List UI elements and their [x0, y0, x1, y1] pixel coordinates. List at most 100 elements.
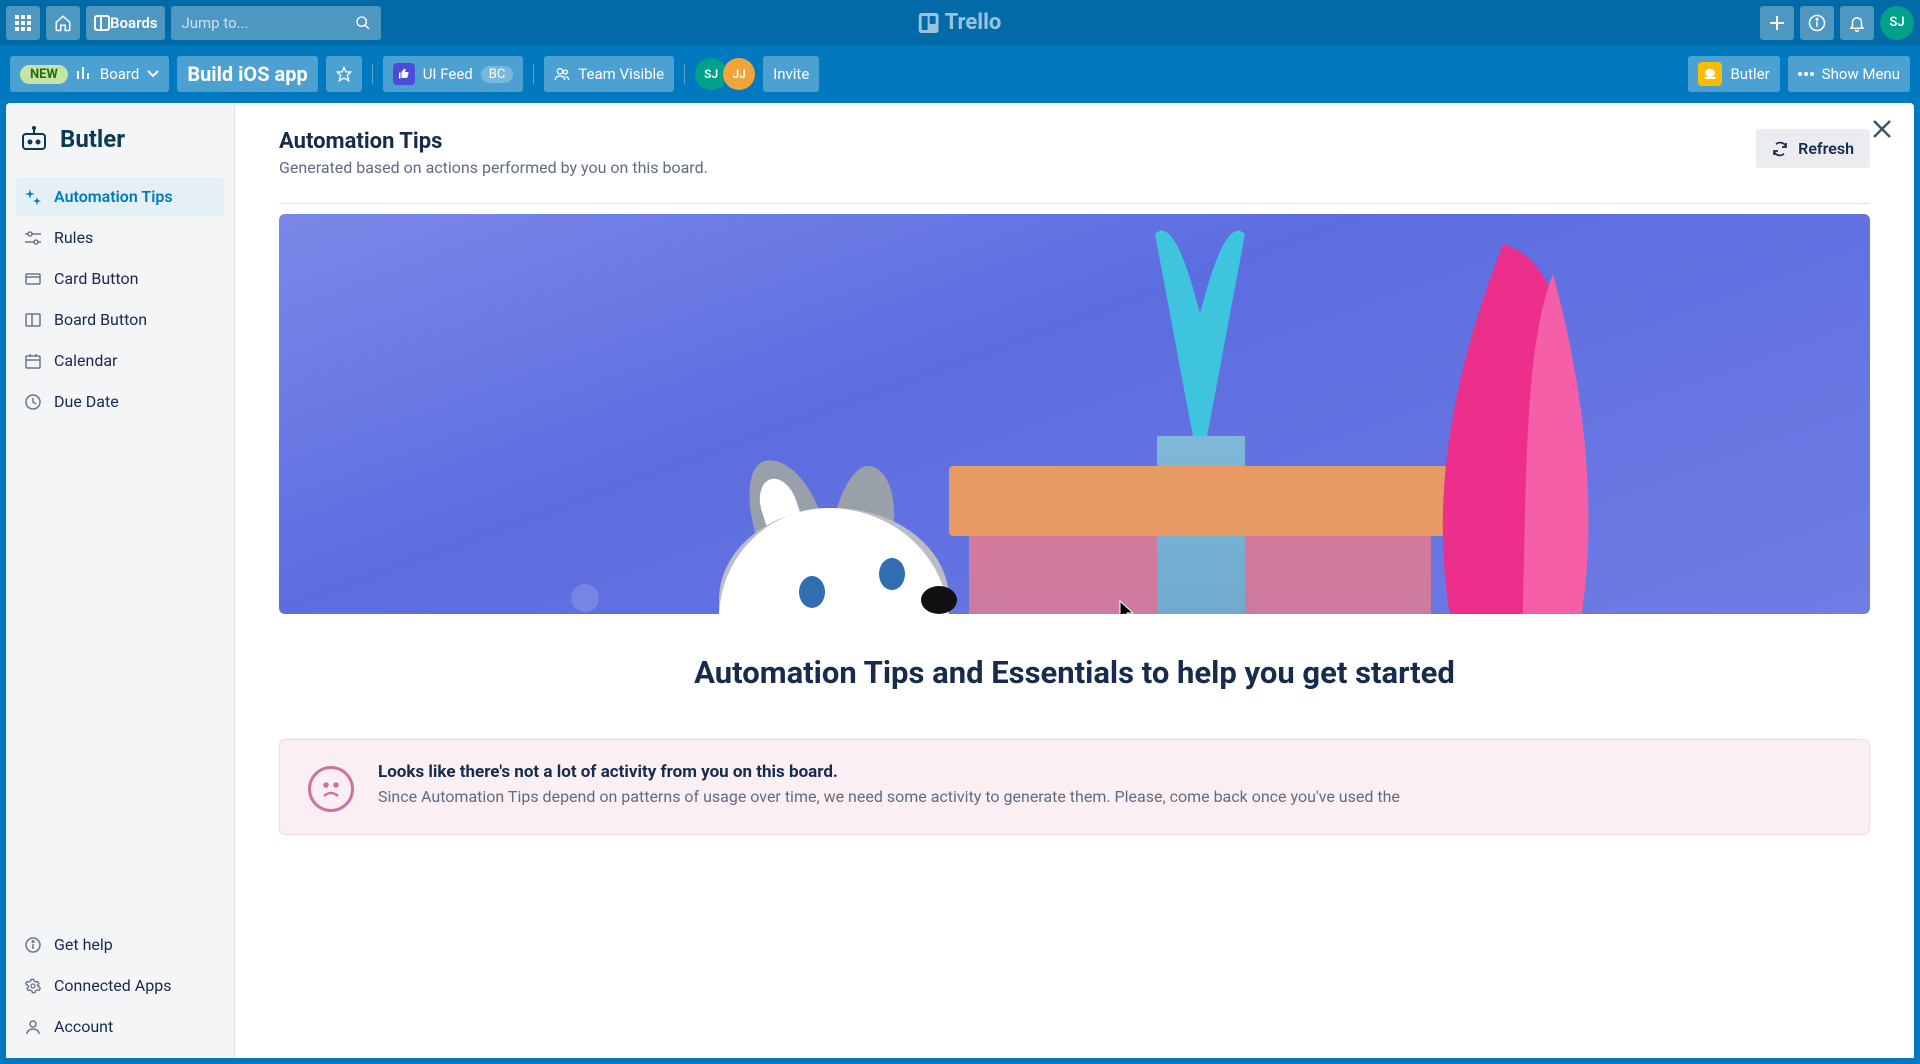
trello-logo-icon — [919, 13, 939, 33]
user-avatar[interactable]: SJ — [1880, 6, 1914, 40]
board-header: NEW Board Build iOS app UI Feed BC Team … — [0, 45, 1920, 103]
butler-icon — [1698, 62, 1722, 86]
visibility-chip[interactable]: Team Visible — [544, 56, 674, 92]
board-switch-label: Board — [100, 65, 139, 83]
nav-board-button[interactable]: Board Button — [16, 300, 224, 339]
hero-title: Automation Tips and Essentials to help y… — [279, 654, 1870, 691]
notice-body: Since Automation Tips depend on patterns… — [378, 786, 1400, 808]
invite-label: Invite — [773, 65, 809, 83]
ui-feed-label: UI Feed — [423, 65, 473, 83]
nav-label: Board Button — [54, 310, 147, 329]
board-icon — [24, 313, 42, 327]
page-heading: Automation Tips — [279, 129, 708, 154]
bell-icon — [1848, 14, 1866, 32]
nav-label: Card Button — [54, 269, 138, 288]
divider — [533, 64, 534, 84]
board-switcher[interactable]: NEW Board — [10, 56, 169, 92]
apps-grid-icon — [15, 15, 31, 31]
create-button[interactable] — [1760, 6, 1794, 40]
member-avatar[interactable]: JJ — [723, 58, 755, 90]
nav-get-help[interactable]: Get help — [16, 925, 224, 964]
nav-automation-tips[interactable]: Automation Tips — [16, 177, 224, 216]
nav-calendar[interactable]: Calendar — [16, 341, 224, 380]
nav-label: Due Date — [54, 392, 119, 411]
clock-icon — [24, 394, 42, 410]
butler-panel: Butler Automation Tips Rules Card Button… — [6, 103, 1914, 1058]
nav-label: Automation Tips — [54, 187, 173, 206]
team-icon — [554, 66, 570, 82]
nav-rules[interactable]: Rules — [16, 218, 224, 257]
star-board-button[interactable] — [326, 56, 362, 92]
notifications-button[interactable] — [1840, 6, 1874, 40]
search-box[interactable] — [171, 6, 381, 40]
show-menu-label: Show Menu — [1822, 65, 1900, 83]
nav-label: Calendar — [54, 351, 117, 370]
show-menu-button[interactable]: Show Menu — [1788, 56, 1910, 92]
close-button[interactable] — [1872, 119, 1892, 139]
chevron-down-icon — [147, 70, 159, 78]
content-area: Automation Tips Generated based on actio… — [235, 103, 1914, 1058]
plus-icon — [1769, 15, 1785, 31]
board-bars-icon — [76, 67, 92, 81]
star-icon — [336, 66, 352, 82]
refresh-icon — [1772, 141, 1788, 157]
search-input[interactable] — [181, 14, 371, 32]
boards-button[interactable]: Boards — [86, 6, 165, 40]
sparkle-icon — [24, 189, 42, 205]
sidebar-title: Butler — [16, 119, 224, 177]
info-button[interactable] — [1800, 6, 1834, 40]
hero-illustration — [279, 214, 1870, 614]
board-title-text: Build iOS app — [187, 62, 307, 86]
home-button[interactable] — [46, 6, 80, 40]
brand-logo: Trello — [919, 10, 1002, 35]
info-icon — [1808, 14, 1826, 32]
thumbs-up-icon — [393, 63, 415, 85]
boards-icon — [94, 15, 110, 31]
nav-label: Account — [54, 1017, 113, 1036]
mouse-cursor-icon — [1119, 600, 1135, 614]
apps-menu-button[interactable] — [6, 6, 40, 40]
butler-sidebar: Butler Automation Tips Rules Card Button… — [6, 103, 235, 1058]
nav-label: Connected Apps — [54, 976, 171, 995]
user-icon — [24, 1019, 42, 1035]
refresh-label: Refresh — [1798, 139, 1854, 158]
home-icon — [54, 14, 72, 32]
decorative-bubble — [571, 584, 599, 612]
content-header: Automation Tips Generated based on actio… — [279, 129, 1870, 204]
page-subheading: Generated based on actions performed by … — [279, 158, 708, 177]
avatar-initials: SJ — [1889, 15, 1904, 30]
nav-connected-apps[interactable]: Connected Apps — [16, 966, 224, 1005]
nav-label: Get help — [54, 935, 113, 954]
sidebar-title-text: Butler — [60, 125, 125, 153]
divider — [372, 64, 373, 84]
sad-face-icon — [308, 766, 354, 812]
new-badge: NEW — [20, 65, 68, 84]
more-icon — [1798, 72, 1814, 76]
board-members: SJ JJ — [695, 58, 755, 90]
ui-feed-chip[interactable]: UI Feed BC — [383, 56, 524, 92]
card-icon — [24, 273, 42, 285]
nav-label: Rules — [54, 228, 93, 247]
gear-icon — [24, 978, 42, 994]
board-title[interactable]: Build iOS app — [177, 56, 317, 92]
visibility-label: Team Visible — [578, 65, 664, 83]
low-activity-notice: Looks like there's not a lot of activity… — [279, 739, 1870, 835]
refresh-button[interactable]: Refresh — [1756, 129, 1870, 168]
butler-button[interactable]: Butler — [1688, 56, 1779, 92]
divider — [684, 64, 685, 84]
butler-label: Butler — [1730, 65, 1769, 83]
brand-name: Trello — [945, 10, 1002, 35]
close-icon — [1872, 119, 1892, 139]
husky-dog-icon — [659, 458, 989, 614]
gift-bow-icon — [1115, 214, 1285, 474]
boards-label: Boards — [110, 14, 157, 32]
invite-button[interactable]: Invite — [763, 56, 819, 92]
ribbon-curl-icon — [1373, 214, 1633, 614]
nav-due-date[interactable]: Due Date — [16, 382, 224, 421]
sliders-icon — [24, 231, 42, 245]
nav-account[interactable]: Account — [16, 1007, 224, 1046]
calendar-icon — [24, 353, 42, 369]
search-icon — [355, 15, 371, 31]
nav-card-button[interactable]: Card Button — [16, 259, 224, 298]
bc-badge: BC — [481, 66, 514, 83]
